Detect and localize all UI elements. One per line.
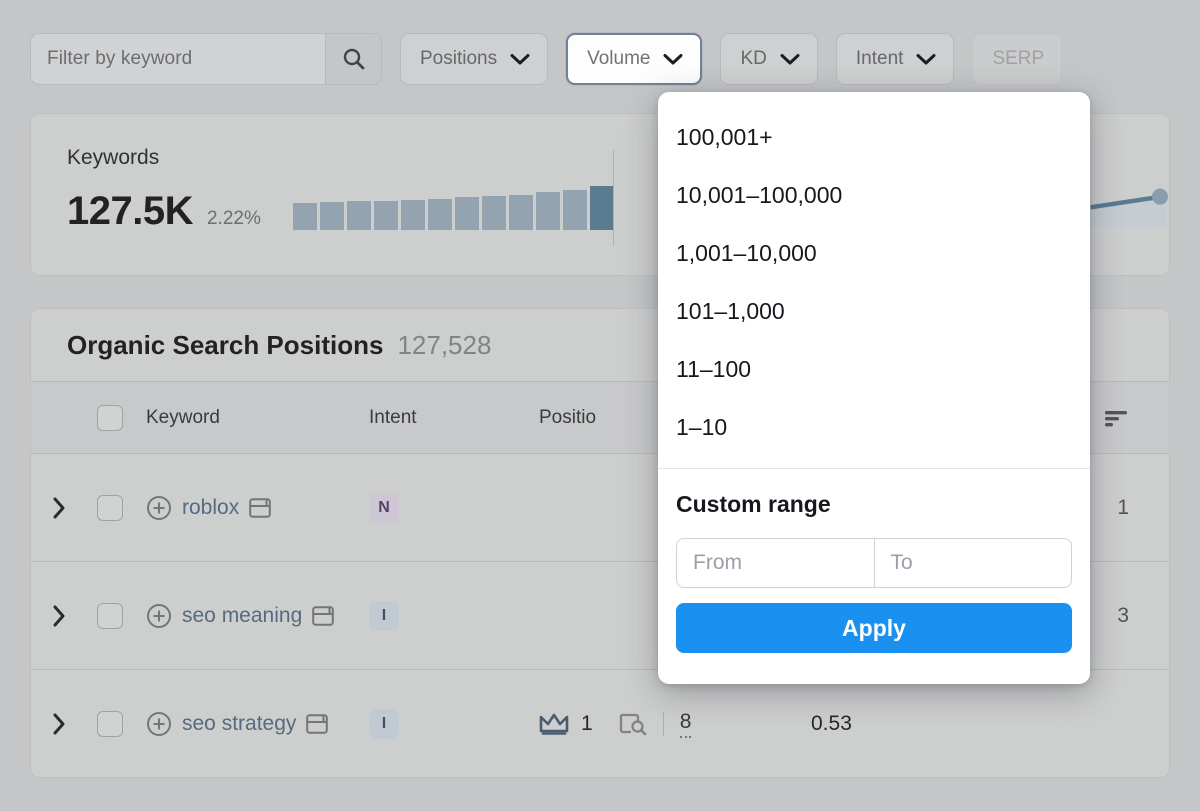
row-checkbox[interactable] [97,710,123,737]
add-to-list-icon[interactable] [146,603,172,629]
intent-cell[interactable]: I [369,600,539,631]
top-position-crown-icon [539,713,569,735]
keywords-sparkbars [292,183,614,231]
filter-toolbar: Filter by keyword Positions Volume KD In… [30,33,1063,85]
keyword-link[interactable]: roblox [182,496,239,520]
range-from-input[interactable]: From [677,539,874,587]
filter-chip-positions-label: Positions [420,48,498,69]
add-to-list-icon[interactable] [146,495,172,521]
keyword-cell[interactable]: seo meaning [133,603,369,629]
select-all-checkbox-cell[interactable] [87,404,133,431]
chevron-down-icon [663,53,683,64]
volume-option-101-1000[interactable]: 101–1,000 [658,282,1090,340]
serp-position-value[interactable]: 8 [679,710,692,738]
filter-chip-positions[interactable]: Positions [400,33,549,85]
serp-preview-icon[interactable] [249,497,272,518]
keyword-link[interactable]: seo meaning [182,604,302,628]
row-checkbox-cell[interactable] [87,602,133,629]
search-icon [343,48,364,70]
filter-chip-intent-label: Intent [855,48,904,69]
traffic-mini-chart [1090,188,1168,227]
filter-chip-serp-label: SERP [992,48,1045,69]
intent-cell[interactable]: I [369,708,539,739]
row-checkbox[interactable] [97,494,123,521]
row-expand-toggle[interactable] [31,605,87,627]
filter-chip-serp[interactable]: SERP [972,33,1063,85]
range-to-input[interactable]: To [873,539,1072,587]
keywords-value: 127.5K [67,189,193,233]
keywords-value-row: 127.5K 2.22% [67,183,614,231]
search-button[interactable] [325,34,381,84]
serp-preview-icon[interactable] [312,605,335,626]
page-title: Organic Search Positions [67,329,384,360]
table-row[interactable]: seo strategy I 1 8 0.53 [31,670,1169,777]
serp-preview-icon[interactable] [306,713,329,734]
row-checkbox-cell[interactable] [87,494,133,521]
chevron-right-icon [53,713,65,734]
app-root: Filter by keyword Positions Volume KD In… [0,0,1200,811]
filter-chip-volume-label: Volume [587,48,651,69]
row-trailing-value: 1 [1117,495,1129,519]
chevron-down-icon [780,53,800,64]
filter-chip-kd[interactable]: KD [720,33,818,85]
row-expand-toggle[interactable] [31,497,87,519]
chevron-down-icon [510,53,530,64]
keyword-filter-search[interactable]: Filter by keyword [30,33,382,85]
filter-chip-kd-label: KD [740,48,767,69]
select-all-checkbox[interactable] [97,404,123,431]
chevron-down-icon [916,53,936,64]
keyword-cell[interactable]: roblox [133,495,369,521]
row-expand-toggle[interactable] [31,713,87,735]
chevron-right-icon [53,605,65,626]
row-checkbox[interactable] [97,602,123,629]
filter-chip-volume[interactable]: Volume [566,33,703,85]
cell-divider [662,711,664,736]
intent-badge[interactable]: I [369,600,399,631]
keywords-summary-inner: Keywords 127.5K 2.22% [67,146,614,231]
volume-option-100001-plus[interactable]: 100,001+ [658,108,1090,166]
custom-range-inputs[interactable]: From To [676,538,1072,588]
kd-cell: 0.53 [769,712,1169,736]
position-cell[interactable]: 1 8 [539,710,769,738]
col-header-keyword[interactable]: Keyword [133,407,369,429]
intent-cell[interactable]: N [369,492,539,523]
keyword-cell[interactable]: seo strategy [133,711,369,737]
sort-descending-icon[interactable] [1103,408,1129,428]
col-header-intent[interactable]: Intent [369,407,539,429]
keyword-link[interactable]: seo strategy [182,712,296,736]
kd-value: 0.53 [811,711,852,735]
intent-badge[interactable]: N [369,492,399,523]
volume-range-options: 100,001+ 10,001–100,000 1,001–10,000 101… [658,92,1090,468]
row-trailing-value: 3 [1117,603,1129,627]
intent-badge[interactable]: I [369,708,399,739]
filter-chip-intent[interactable]: Intent [835,33,955,85]
volume-option-10001-100000[interactable]: 10,001–100,000 [658,166,1090,224]
keywords-delta: 2.22% [206,208,261,229]
volume-option-1-10[interactable]: 1–10 [658,398,1090,456]
apply-button[interactable]: Apply [676,603,1072,653]
table-total-count: 127,528 [397,329,492,360]
keywords-label: Keywords [67,146,160,169]
position-value: 1 [581,711,593,735]
search-input[interactable]: Filter by keyword [31,34,325,84]
volume-filter-dropdown[interactable]: 100,001+ 10,001–100,000 1,001–10,000 101… [658,92,1090,684]
volume-option-11-100[interactable]: 11–100 [658,340,1090,398]
custom-range-section: Custom range From To Apply [658,469,1090,673]
serp-features-icon[interactable] [619,712,647,736]
chevron-right-icon [53,497,65,518]
custom-range-title: Custom range [676,491,831,517]
card-divider [613,150,614,246]
add-to-list-icon[interactable] [146,711,172,737]
row-checkbox-cell[interactable] [87,710,133,737]
volume-option-1001-10000[interactable]: 1,001–10,000 [658,224,1090,282]
